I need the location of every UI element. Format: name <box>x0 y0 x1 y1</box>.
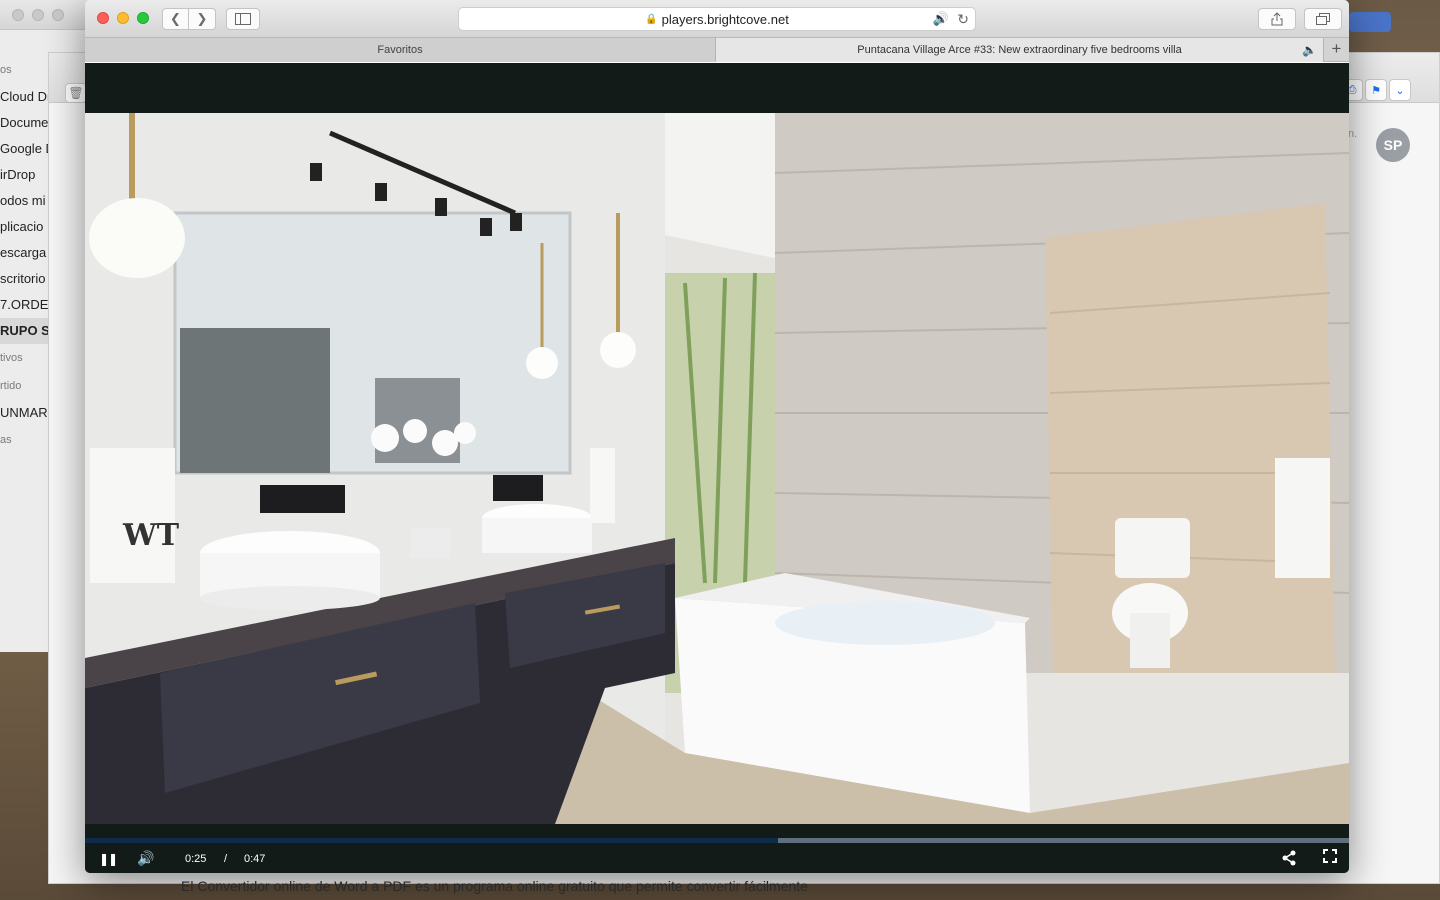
new-tab-button[interactable]: + <box>1323 38 1349 61</box>
tab-label: Puntacana Village Arce #33: New extraord… <box>857 44 1182 56</box>
show-tabs-button[interactable] <box>1304 8 1342 30</box>
player-controls: ❚❚ 🔊 0:25 / 0:47 <box>85 824 1349 873</box>
chevron-left-icon: ❮ <box>170 11 181 26</box>
avatar: SP <box>1376 128 1410 162</box>
back-button[interactable]: ❮ <box>162 8 189 30</box>
audio-playing-icon[interactable]: 🔊 <box>933 11 949 27</box>
minimize-window-button[interactable] <box>117 12 129 24</box>
trash-icon[interactable]: 🗑 <box>65 83 87 103</box>
browser-toolbar: ❮ ❯ 🔒 players.brightcove.net 🔊 ↻ <box>85 0 1349 38</box>
sidebar-toggle-button[interactable] <box>226 8 260 30</box>
tab-favoritos[interactable]: Favoritos <box>85 38 716 62</box>
mail-body-text: El Convertidor online de Word a PDF es u… <box>181 878 808 894</box>
forward-button[interactable]: ❯ <box>189 8 216 30</box>
volume-icon[interactable]: 🔊 <box>137 850 154 867</box>
share-button[interactable] <box>1258 8 1296 30</box>
bathroom-video-image: WT <box>85 113 1349 824</box>
pause-icon[interactable]: ❚❚ <box>99 852 118 866</box>
video-player[interactable]: WT ❚❚ 🔊 0:25 / 0:47 <box>85 63 1349 873</box>
chevron-right-icon: ❯ <box>196 11 208 26</box>
progress-bar[interactable] <box>85 838 1349 843</box>
chevron-down-icon[interactable]: ⌄ <box>1389 79 1411 101</box>
progress-fill <box>85 838 778 843</box>
sidebar-icon <box>235 13 251 25</box>
finder-zoom-dot[interactable] <box>52 9 64 21</box>
current-time: 0:25 <box>185 853 207 865</box>
towel-monogram: WT <box>122 518 180 553</box>
tab-active-video[interactable]: Puntacana Village Arce #33: New extraord… <box>716 38 1323 62</box>
tab-bar: Favoritos Puntacana Village Arce #33: Ne… <box>85 38 1349 62</box>
mail-hint-text: n. <box>1348 128 1358 140</box>
url-text: players.brightcove.net <box>661 11 789 27</box>
finder-minimize-dot[interactable] <box>32 9 44 21</box>
duration: 0:47 <box>244 853 266 865</box>
lock-icon: 🔒 <box>645 13 658 25</box>
reload-icon[interactable]: ↻ <box>957 11 969 28</box>
background-blue-button <box>1349 12 1391 32</box>
flag-icon[interactable]: ⚑ <box>1365 79 1387 101</box>
tab-label: Favoritos <box>377 44 423 56</box>
close-window-button[interactable] <box>97 12 109 24</box>
tabs-overview-icon <box>1316 13 1330 25</box>
fullscreen-icon[interactable] <box>1323 849 1337 867</box>
share-icon[interactable] <box>1281 850 1297 870</box>
video-frame[interactable]: WT <box>85 113 1349 824</box>
time-separator: / <box>224 853 228 865</box>
safari-window: ❮ ❯ 🔒 players.brightcove.net 🔊 ↻ Favorit… <box>85 0 1349 873</box>
tab-audio-icon[interactable]: 🔈 <box>1302 38 1317 62</box>
address-bar[interactable]: 🔒 players.brightcove.net 🔊 ↻ <box>458 7 976 31</box>
share-icon <box>1271 12 1283 26</box>
zoom-window-button[interactable] <box>137 12 149 24</box>
finder-close-dot[interactable] <box>12 9 24 21</box>
